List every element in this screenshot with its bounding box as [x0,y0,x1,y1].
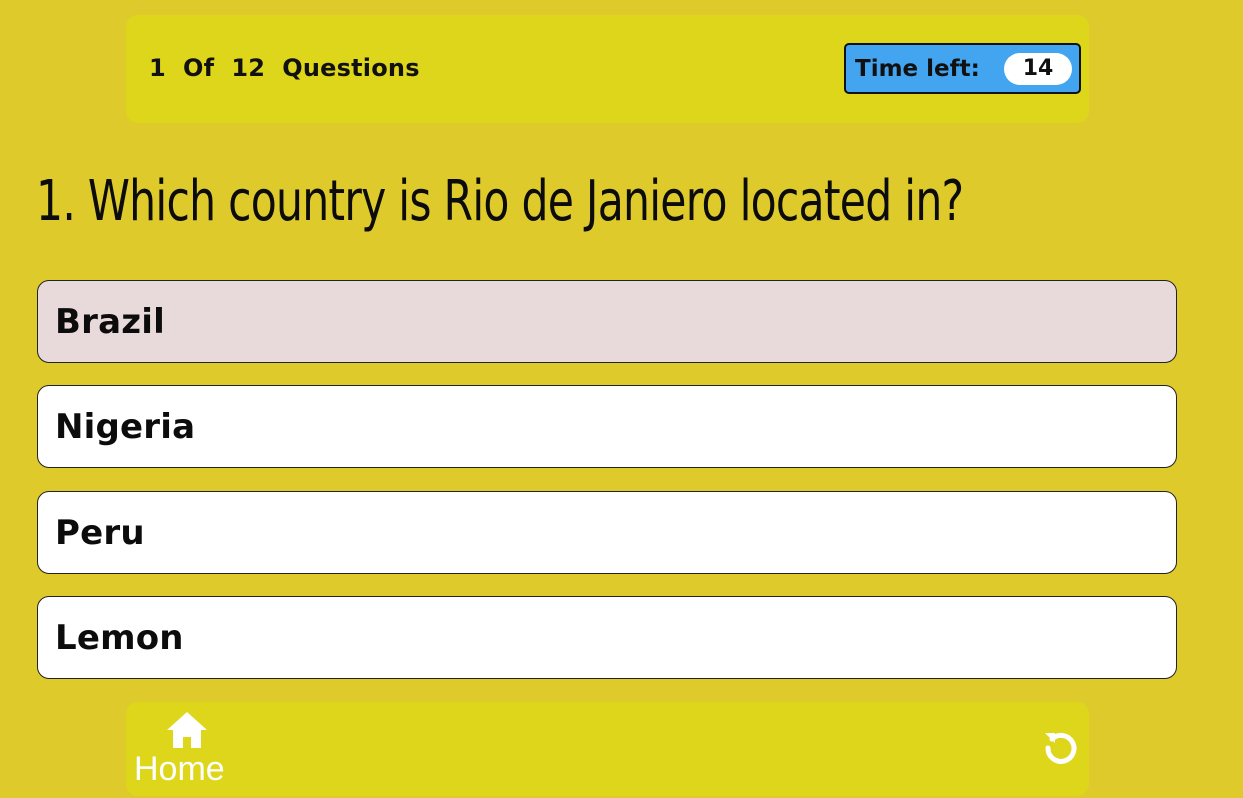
top-bar: 1 Of 12 Questions Time left: 14 [126,15,1089,123]
timer-label: Time left: [855,56,980,82]
home-button[interactable]: Home [132,706,232,790]
question-text: 1. Which country is Rio de Janiero locat… [36,169,964,234]
timer-value: 14 [1004,53,1072,85]
choice-label: Nigeria [55,407,196,447]
choice-button-4[interactable]: Lemon [37,596,1177,679]
choice-button-2[interactable]: Nigeria [37,385,1177,468]
home-icon [167,712,207,748]
bottom-bar: Home [126,702,1089,796]
choice-button-1[interactable]: Brazil [37,280,1177,363]
choice-label: Brazil [55,302,165,342]
choice-label: Lemon [55,618,184,658]
choice-label: Peru [55,513,145,553]
home-label: Home [134,750,225,788]
restart-icon [1045,732,1077,764]
question-progress: 1 Of 12 Questions [149,54,420,82]
timer: Time left: 14 [844,43,1081,94]
choice-button-3[interactable]: Peru [37,491,1177,574]
restart-button[interactable] [1042,728,1080,766]
